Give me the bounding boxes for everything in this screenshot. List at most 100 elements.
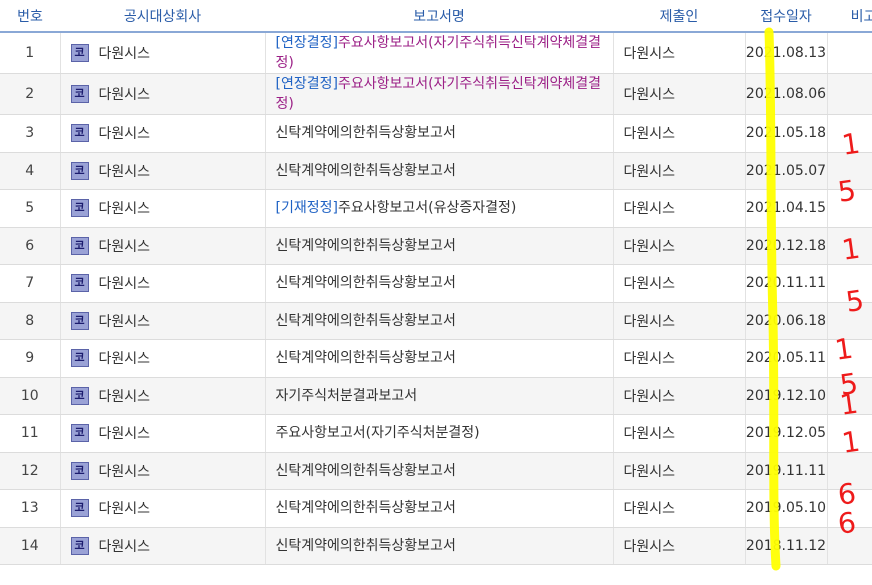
- company-name-link[interactable]: 다원시스: [99, 351, 151, 367]
- report-name-cell[interactable]: 신탁계약에의한취득상황보고서: [265, 114, 614, 153]
- company-name-link[interactable]: 다원시스: [99, 426, 151, 442]
- row-number: 4: [0, 152, 61, 190]
- company-name-link[interactable]: 다원시스: [99, 164, 151, 180]
- filer-name: 다원시스: [613, 264, 746, 303]
- company-name-link[interactable]: 다원시스: [99, 87, 151, 103]
- report-name-link[interactable]: 신탁계약에의한취득상황보고서: [276, 463, 456, 479]
- kosdaq-market-icon: 코: [70, 124, 89, 143]
- report-name-cell[interactable]: 신탁계약에의한취득상황보고서: [265, 264, 614, 303]
- kosdaq-market-icon: 코: [70, 386, 89, 405]
- report-name-cell[interactable]: 주요사항보고서(자기주식처분결정): [265, 414, 614, 453]
- row-number: 11: [0, 414, 61, 453]
- filer-name: 다원시스: [613, 377, 746, 415]
- report-name-cell[interactable]: 신탁계약에의한취득상황보고서: [265, 527, 614, 565]
- filer-name: 다원시스: [613, 114, 746, 153]
- company-name-link[interactable]: 다원시스: [99, 239, 151, 255]
- company-cell: 코 다원시스: [60, 152, 266, 190]
- report-name-link[interactable]: 주요사항보고서(자기주식처분결정): [276, 425, 480, 441]
- report-name-cell[interactable]: 신탁계약에의한취득상황보고서: [265, 339, 614, 378]
- note-cell: [827, 32, 872, 74]
- report-name-link[interactable]: 신탁계약에의한취득상황보고서: [276, 500, 456, 516]
- report-name-link[interactable]: 신탁계약에의한취득상황보고서: [276, 238, 456, 254]
- filer-name: 다원시스: [613, 339, 746, 378]
- column-header-report[interactable]: 보고서명: [265, 0, 613, 33]
- row-number: 1: [0, 32, 61, 74]
- table-row: 6 코 다원시스 신탁계약에의한취득상황보고서 다원시스 2020.12.18: [0, 227, 872, 265]
- note-cell: [827, 377, 872, 415]
- report-name-link[interactable]: 신탁계약에의한취득상황보고서: [276, 125, 456, 141]
- filer-name: 다원시스: [613, 302, 746, 340]
- report-name-cell[interactable]: [연장결정]주요사항보고서(자기주식취득신탁계약체결결정): [265, 73, 614, 115]
- kosdaq-market-icon: 코: [70, 44, 89, 62]
- report-name-link[interactable]: 주요사항보고서(유상증자결정): [338, 200, 516, 216]
- row-number: 13: [0, 489, 61, 528]
- report-status-tag[interactable]: [연장결정]: [276, 35, 338, 51]
- company-name-link[interactable]: 다원시스: [99, 464, 151, 480]
- column-header-number: 번호: [0, 0, 60, 33]
- table-row: 7 코 다원시스 신탁계약에의한취득상황보고서 다원시스 2020.11.11: [0, 264, 872, 303]
- filer-name: 다원시스: [613, 73, 746, 115]
- report-name-cell[interactable]: [기재정정]주요사항보고서(유상증자결정): [265, 189, 614, 228]
- column-header-note: 비고: [827, 0, 872, 33]
- company-name-link[interactable]: 다원시스: [99, 539, 151, 555]
- note-cell: [827, 73, 872, 115]
- row-number: 2: [0, 73, 61, 115]
- filer-name: 다원시스: [613, 152, 746, 190]
- report-name-cell[interactable]: 신탁계약에의한취득상황보고서: [265, 452, 614, 490]
- column-header-date[interactable]: 접수일자: [745, 0, 827, 33]
- kosdaq-market-icon: 코: [70, 349, 89, 368]
- row-number: 7: [0, 264, 61, 303]
- filer-name: 다원시스: [613, 527, 746, 565]
- report-status-tag[interactable]: [기재정정]: [276, 200, 338, 216]
- column-header-filer[interactable]: 제출인: [613, 0, 745, 33]
- company-cell: 코 다원시스: [60, 189, 266, 228]
- report-name-cell[interactable]: 신탁계약에의한취득상황보고서: [265, 152, 614, 190]
- report-status-tag[interactable]: [연장결정]: [276, 76, 338, 92]
- report-name-link[interactable]: 신탁계약에의한취득상황보고서: [276, 350, 456, 366]
- column-header-company[interactable]: 공시대상회사: [60, 0, 265, 33]
- company-name-link[interactable]: 다원시스: [99, 276, 151, 292]
- report-name-link[interactable]: 자기주식처분결과보고서: [276, 388, 418, 404]
- company-cell: 코 다원시스: [60, 264, 266, 303]
- row-number: 14: [0, 527, 61, 565]
- company-name-link[interactable]: 다원시스: [99, 314, 151, 330]
- company-name-link[interactable]: 다원시스: [99, 46, 151, 62]
- report-name-cell[interactable]: 신탁계약에의한취득상황보고서: [265, 302, 614, 340]
- row-number: 10: [0, 377, 61, 415]
- company-cell: 코 다원시스: [60, 32, 266, 74]
- report-name-link[interactable]: 신탁계약에의한취득상황보고서: [276, 313, 456, 329]
- disclosure-list-panel: 번호 공시대상회사 보고서명 제출인 접수일자 비고 1 코 다원시스 [연장결정…: [0, 0, 872, 585]
- row-number: 6: [0, 227, 61, 265]
- receipt-date: 2021.08.13: [745, 32, 828, 74]
- report-name-cell[interactable]: [연장결정]주요사항보고서(자기주식취득신탁계약체결결정): [265, 32, 614, 74]
- table-header-row: 번호 공시대상회사 보고서명 제출인 접수일자 비고: [0, 0, 872, 33]
- table-row: 1 코 다원시스 [연장결정]주요사항보고서(자기주식취득신탁계약체결결정) 다원…: [0, 32, 872, 74]
- report-name-link[interactable]: 신탁계약에의한취득상황보고서: [276, 275, 456, 291]
- table-row: 2 코 다원시스 [연장결정]주요사항보고서(자기주식취득신탁계약체결결정) 다원…: [0, 73, 872, 115]
- company-cell: 코 다원시스: [60, 527, 266, 565]
- report-name-cell[interactable]: 자기주식처분결과보고서: [265, 377, 614, 415]
- receipt-date: 2020.05.11: [745, 339, 828, 378]
- note-cell: [827, 452, 872, 490]
- report-name-cell[interactable]: 신탁계약에의한취득상황보고서: [265, 489, 614, 528]
- company-name-link[interactable]: 다원시스: [99, 126, 151, 142]
- note-cell: [827, 152, 872, 190]
- company-name-link[interactable]: 다원시스: [99, 389, 151, 405]
- receipt-date: 2019.05.10: [745, 489, 828, 528]
- report-name-link[interactable]: 신탁계약에의한취득상황보고서: [276, 538, 456, 554]
- table-row: 3 코 다원시스 신탁계약에의한취득상황보고서 다원시스 2021.05.18: [0, 114, 872, 153]
- filer-name: 다원시스: [613, 489, 746, 528]
- company-name-link[interactable]: 다원시스: [99, 501, 151, 517]
- report-name-cell[interactable]: 신탁계약에의한취득상황보고서: [265, 227, 614, 265]
- kosdaq-market-icon: 코: [70, 274, 89, 293]
- table-row: 12 코 다원시스 신탁계약에의한취득상황보고서 다원시스 2019.11.11: [0, 452, 872, 490]
- receipt-date: 2018.11.12: [745, 527, 828, 565]
- table-row: 14 코 다원시스 신탁계약에의한취득상황보고서 다원시스 2018.11.12: [0, 527, 872, 565]
- company-cell: 코 다원시스: [60, 452, 266, 490]
- company-name-link[interactable]: 다원시스: [99, 201, 151, 217]
- disclosure-table: 번호 공시대상회사 보고서명 제출인 접수일자 비고 1 코 다원시스 [연장결정…: [0, 0, 872, 565]
- receipt-date: 2019.12.05: [745, 414, 828, 453]
- receipt-date: 2021.05.07: [745, 152, 828, 190]
- company-cell: 코 다원시스: [60, 73, 266, 115]
- report-name-link[interactable]: 신탁계약에의한취득상황보고서: [276, 163, 456, 179]
